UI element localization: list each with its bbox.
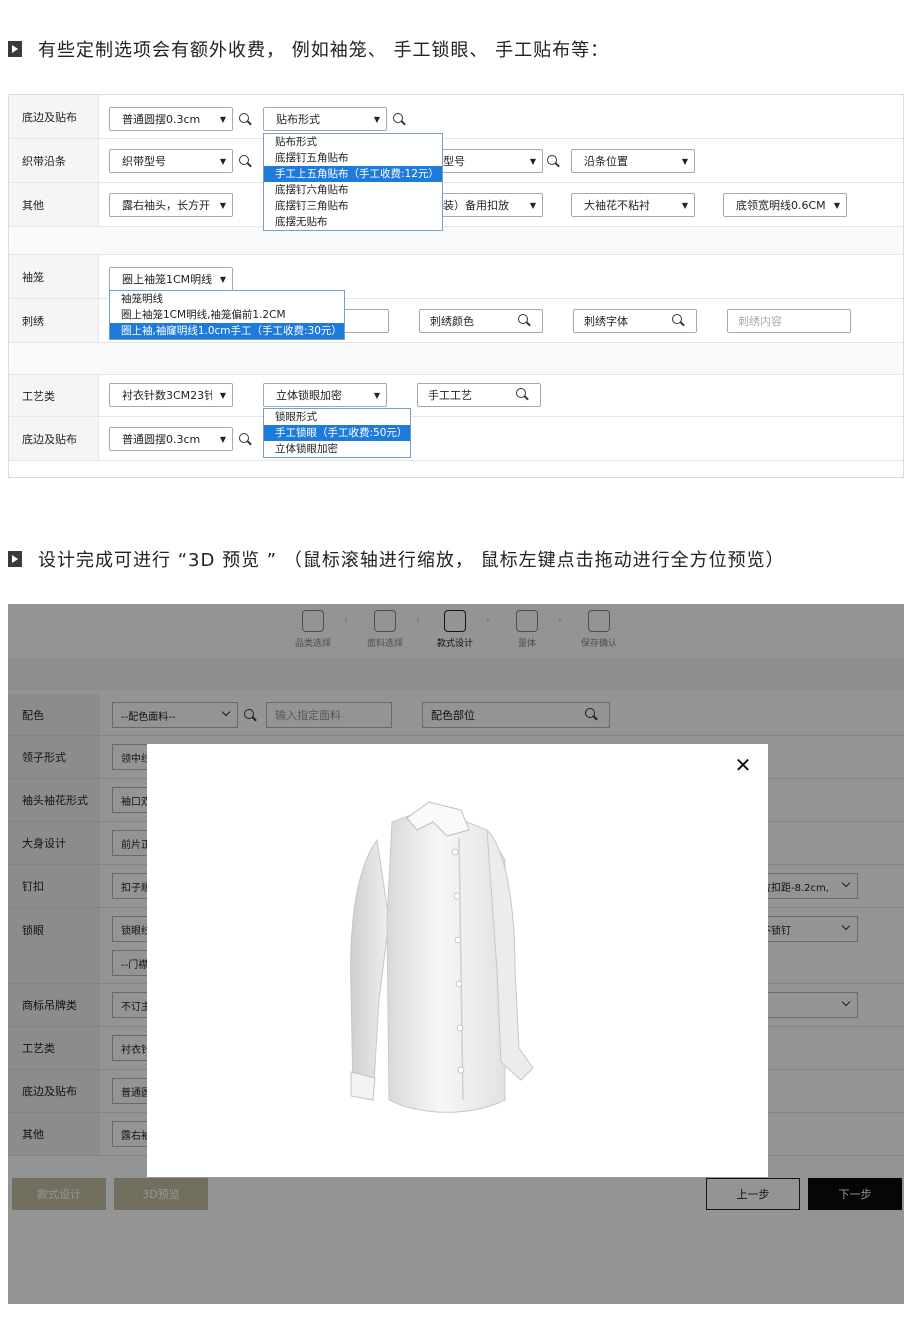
row-label: 工艺类	[9, 375, 99, 416]
caret-down-icon: ▼	[373, 391, 380, 400]
embroidery-content-input[interactable]: 刺绣内容	[727, 309, 851, 333]
hem-select-2[interactable]: 普通圆摆0.3cm ▼	[109, 427, 233, 451]
row-craft: 工艺类 衬衣针数3CM23针 ▼ 立体锁眼加密 ▼ 手工工艺	[9, 375, 903, 417]
row-ribbon-strip: 织带沿条 织带型号 ▼ 条型号 ▼ 沿条位置 ▼	[9, 139, 903, 183]
row-hem-patch-2: 底边及贴布 普通圆摆0.3cm ▼	[9, 417, 903, 461]
search-icon[interactable]	[547, 155, 561, 169]
caret-down-icon: ▼	[681, 201, 688, 210]
search-icon[interactable]	[516, 388, 530, 402]
other-select-4[interactable]: 底领宽明线0.6CM ▼	[723, 193, 847, 217]
dropdown-option[interactable]: 底摆钉三角贴布	[264, 198, 442, 214]
section1-heading-text: 有些定制选项会有额外收费， 例如袖笼、 手工锁眼、 手工贴布等：	[38, 40, 610, 61]
search-icon[interactable]	[518, 314, 532, 328]
dropdown-option[interactable]: 立体锁眼加密	[264, 441, 410, 457]
dropdown-option[interactable]: 底摆钉五角贴布	[264, 150, 442, 166]
row-spacer	[9, 227, 903, 255]
search-icon[interactable]	[239, 113, 253, 127]
section2-heading: 设计完成可进行 “3D 预览 ” （鼠标滚轴进行缩放， 鼠标左键点击拖动进行全方…	[8, 546, 785, 572]
caret-down-icon: ▼	[219, 435, 226, 444]
dropdown-option[interactable]: 圈上袖笼1CM明线,袖笼偏前1.2CM	[110, 307, 344, 323]
dropdown-option[interactable]: 锁眼形式	[264, 409, 410, 425]
caret-down-icon: ▼	[219, 201, 226, 210]
caret-down-icon: ▼	[529, 157, 536, 166]
search-icon[interactable]	[672, 314, 686, 328]
row-label: 袖笼	[9, 255, 99, 298]
design-panel: 品类选择 › 面料选择 › 款式设计 › 量体 › 保存确认 配色 --配色面料…	[8, 604, 904, 1304]
other-select-1[interactable]: 露右袖头，长方开 ▼	[109, 193, 233, 217]
caret-down-icon: ▼	[373, 115, 380, 124]
patch-form-select[interactable]: 贴布形式 ▼	[263, 107, 387, 131]
caret-down-icon: ▼	[529, 201, 536, 210]
caret-down-icon: ▼	[833, 201, 840, 210]
row-label: 底边及贴布	[9, 417, 99, 460]
row-hem-patch: 底边及贴布 普通圆摆0.3cm ▼ 贴布形式 ▼	[9, 95, 903, 139]
sleeve-hole-select[interactable]: 圈上袖笼1CM明线 ▼	[109, 267, 233, 291]
play-marker-icon	[8, 41, 22, 57]
dropdown-option[interactable]: 手工上五角贴布（手工收费:12元）	[264, 166, 442, 182]
dropdown-option[interactable]: 底摆钉六角贴布	[264, 182, 442, 198]
strip-position-select[interactable]: 沿条位置 ▼	[571, 149, 695, 173]
section2-heading-text: 设计完成可进行 “3D 预览 ” （鼠标滚轴进行缩放， 鼠标左键点击拖动进行全方…	[38, 550, 785, 571]
embroidery-color-field[interactable]: 刺绣颜色	[419, 309, 543, 333]
dropdown-option[interactable]: 贴布形式	[264, 134, 442, 150]
caret-down-icon: ▼	[681, 157, 688, 166]
options-panel: 底边及贴布 普通圆摆0.3cm ▼ 贴布形式 ▼ 织带沿条 织带型号 ▼ 条型号 ▼ 沿…	[8, 94, 904, 478]
caret-down-icon: ▼	[219, 391, 226, 400]
play-marker-icon	[8, 551, 22, 567]
row-spacer	[9, 343, 903, 375]
dropdown-option[interactable]: 底摆无贴布	[264, 214, 442, 230]
dropdown-option[interactable]: 手工锁眼（手工收费:50元）	[264, 425, 410, 441]
section1-heading: 有些定制选项会有额外收费， 例如袖笼、 手工锁眼、 手工贴布等：	[8, 36, 609, 62]
handcraft-field[interactable]: 手工工艺	[417, 383, 541, 407]
buttonhole-select[interactable]: 立体锁眼加密 ▼	[263, 383, 387, 407]
search-icon[interactable]	[393, 113, 407, 127]
search-icon[interactable]	[239, 155, 253, 169]
search-icon[interactable]	[239, 433, 253, 447]
row-label: 底边及贴布	[9, 95, 99, 138]
row-label: 织带沿条	[9, 139, 99, 182]
caret-down-icon: ▼	[219, 157, 226, 166]
caret-down-icon: ▼	[219, 115, 226, 124]
ribbon-type-select[interactable]: 织带型号 ▼	[109, 149, 233, 173]
craft-select[interactable]: 衬衣针数3CM23针 ▼	[109, 383, 233, 407]
row-label: 刺绣	[9, 299, 99, 342]
preview-3d-modal: ✕	[147, 744, 768, 1177]
shirt-3d-model[interactable]	[337, 800, 547, 1130]
caret-down-icon: ▼	[219, 275, 226, 284]
embroidery-font-field[interactable]: 刺绣字体	[573, 309, 697, 333]
dropdown-option[interactable]: 圈上袖,袖窿明线1.0cm手工（手工收费:30元）	[110, 323, 344, 339]
sleeve-hole-dropdown: 袖笼明线 圈上袖笼1CM明线,袖笼偏前1.2CM 圈上袖,袖窿明线1.0cm手工（手…	[109, 290, 345, 340]
hem-select[interactable]: 普通圆摆0.3cm ▼	[109, 107, 233, 131]
dropdown-option[interactable]: 袖笼明线	[110, 291, 344, 307]
other-select-3[interactable]: 大袖花不粘衬 ▼	[571, 193, 695, 217]
close-icon[interactable]: ✕	[732, 754, 754, 776]
row-other: 其他 露右袖头，长方开 ▼ 包装）备用扣放 ▼ 大袖花不粘衬 ▼ 底领宽明线0.6CM…	[9, 183, 903, 227]
patch-form-dropdown: 贴布形式 底摆钉五角贴布 手工上五角贴布（手工收费:12元） 底摆钉六角贴布 底摆钉三角…	[263, 133, 443, 231]
buttonhole-dropdown: 锁眼形式 手工锁眼（手工收费:50元） 立体锁眼加密	[263, 408, 411, 458]
row-label: 其他	[9, 183, 99, 226]
